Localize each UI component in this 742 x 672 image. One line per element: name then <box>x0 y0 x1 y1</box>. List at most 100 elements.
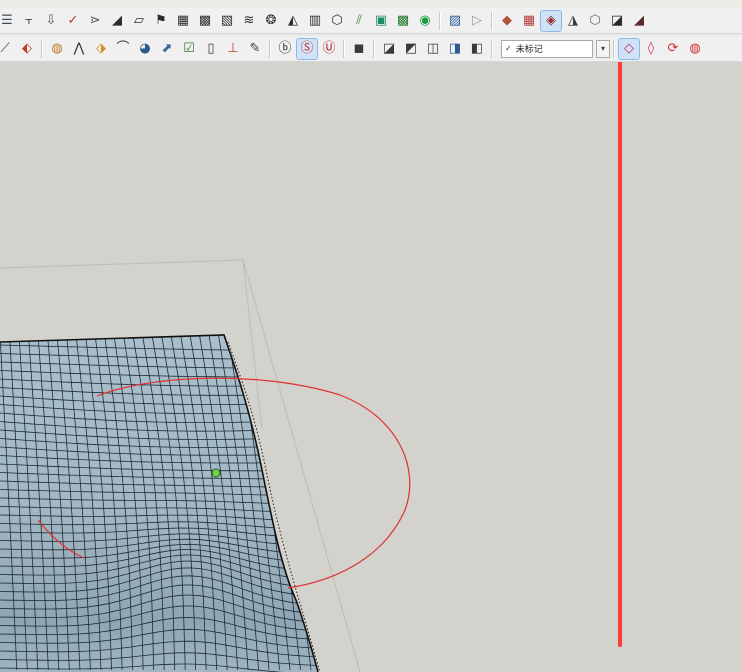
ruby-extra-icon: ◍ <box>689 41 701 56</box>
component-tool-button[interactable]: ◼ <box>349 39 369 59</box>
pin-tool-button[interactable]: ⊥ <box>223 39 243 59</box>
down-arrow-tool-icon: ⇩ <box>45 13 57 28</box>
sandbox-stamp-icon: ◮ <box>568 13 578 28</box>
component-c-button[interactable]: ◫ <box>423 39 443 59</box>
sandbox-add-icon: ⬡ <box>589 13 601 28</box>
toolbar-separator <box>613 39 615 58</box>
sandbox-flip-button[interactable]: ◪ <box>607 11 627 31</box>
tag-select[interactable]: ✓ 未标记 <box>501 39 593 58</box>
extrude-lines-button[interactable]: ☰ <box>0 11 17 31</box>
terrain-tool-icon: ◆ <box>502 13 512 28</box>
book-tool-button[interactable]: ◍ <box>47 39 67 59</box>
sandbox-add-button[interactable]: ⬡ <box>585 11 605 31</box>
grid-tool-button[interactable]: ▩ <box>195 11 215 31</box>
branch-tool-button[interactable]: ⋗ <box>85 11 105 31</box>
pin-tool-icon: ⊥ <box>227 41 239 56</box>
sandbox-detail-button[interactable]: ◢ <box>629 11 649 31</box>
drop-tool-icon: ⫟ <box>25 13 33 28</box>
mesh-column-line <box>312 335 318 671</box>
paint-tool-icon: ⬖ <box>22 41 32 56</box>
door-tool-icon: ▯ <box>207 41 215 56</box>
shell-tool-button[interactable]: ❂ <box>261 11 281 31</box>
comb-tool-button[interactable]: ◭ <box>283 11 303 31</box>
door-tool-button[interactable]: ▯ <box>201 39 221 59</box>
plugin-3b-icon: ⓑ <box>278 41 292 56</box>
component-c-icon: ◫ <box>426 41 440 56</box>
ruby-extra-button[interactable]: ◍ <box>685 39 705 59</box>
green-box-icon: ▩ <box>396 13 410 28</box>
check-box-tool-button[interactable]: ☑ <box>179 39 199 59</box>
stripes-tool-icon: ▧ <box>220 13 234 28</box>
component-d-button[interactable]: ◨ <box>445 39 465 59</box>
stripes-tool-button[interactable]: ▧ <box>217 11 237 31</box>
grid-tool-icon: ▩ <box>198 13 212 28</box>
pencil-tool-button[interactable]: ⟋ <box>0 39 15 59</box>
sandbox-stamp-button[interactable]: ◮ <box>563 11 583 31</box>
eraser-arrow-button[interactable]: ▷ <box>467 11 487 31</box>
plugin-s-button[interactable]: Ⓢ <box>296 37 318 60</box>
green-circle-icon: ◉ <box>419 13 431 28</box>
stairs-tool-button[interactable]: ⬗ <box>91 39 111 59</box>
title-strip <box>0 0 742 8</box>
wave-tool-button[interactable]: ≋ <box>239 11 259 31</box>
component-a-button[interactable]: ◪ <box>379 39 399 59</box>
annotation-arrow <box>618 62 622 647</box>
spline-tool-button[interactable]: ✓ <box>63 11 83 31</box>
wall-tool-button[interactable]: ▦ <box>173 11 193 31</box>
toolbar-separator <box>41 39 43 58</box>
plugin-su-app-button[interactable]: Ⓤ <box>319 39 339 59</box>
toolbar-separator <box>373 39 375 58</box>
tag-select-dropdown-button[interactable]: ▾ <box>596 39 610 58</box>
green-circle-button[interactable]: ◉ <box>415 11 435 31</box>
green-box-button[interactable]: ▩ <box>393 11 413 31</box>
teal-box-icon: ▣ <box>374 13 388 28</box>
image-tool-button[interactable]: ▨ <box>445 11 465 31</box>
brush-tool-icon: ✎ <box>249 41 261 56</box>
plugin-s-icon: Ⓢ <box>300 41 314 56</box>
teal-box-button[interactable]: ▣ <box>371 11 391 31</box>
ruby-refresh-button[interactable]: ⟳ <box>663 39 683 59</box>
cube-outline-button[interactable]: ⬡ <box>327 11 347 31</box>
paint-tool-button[interactable]: ⬖ <box>17 39 37 59</box>
plugin-3b-button[interactable]: ⓑ <box>275 39 295 59</box>
drop-tool-button[interactable]: ⫟ <box>19 11 39 31</box>
toolbar-bottom: ⟋ ⬖ ◍ ⋀ ⬗ ⌒ ◕ ⬈ ☑ ▯ ⊥ ✎ ⓑ Ⓢ Ⓤ ◼ ◪ ◩ ◫ ◨ ◧ ✓ 未标记 ▾ ◇ ◊ ⟳ ◍ <box>0 36 742 62</box>
ruby-gem-button[interactable]: ◇ <box>618 37 640 60</box>
shell-tool-icon: ❂ <box>265 13 277 28</box>
flag-tool-button[interactable]: ⚑ <box>151 11 171 31</box>
terrain-tool-button[interactable]: ◆ <box>497 11 517 31</box>
component-e-icon: ◧ <box>470 41 484 56</box>
lattice-tool-button[interactable]: ▥ <box>305 11 325 31</box>
toolbar-separator <box>491 11 493 30</box>
sweep-tool-button[interactable]: ⋀ <box>69 39 89 59</box>
inference-point <box>211 468 221 478</box>
roof-tool-icon: ◢ <box>112 13 122 28</box>
flag-tool-icon: ⚑ <box>155 13 167 28</box>
sandbox-drape-icon: ◈ <box>546 13 556 28</box>
down-arrow-tool-button[interactable]: ⇩ <box>41 11 61 31</box>
plugin-su-app-icon: Ⓤ <box>322 41 336 56</box>
brush-tool-button[interactable]: ✎ <box>245 39 265 59</box>
sphere-tool-icon: ◕ <box>139 41 151 56</box>
roof-tool-button[interactable]: ◢ <box>107 11 127 31</box>
panel-tool-icon: ▱ <box>134 13 144 28</box>
panel-tool-button[interactable]: ▱ <box>129 11 149 31</box>
grid-surface-button[interactable]: ▦ <box>519 11 539 31</box>
extrude-lines-icon: ☰ <box>1 13 13 28</box>
model-viewport[interactable] <box>0 62 742 672</box>
slice-tool-icon: ⫽ <box>356 13 362 28</box>
component-e-button[interactable]: ◧ <box>467 39 487 59</box>
sphere-tool-button[interactable]: ◕ <box>135 39 155 59</box>
component-b-button[interactable]: ◩ <box>401 39 421 59</box>
toolbar-separator <box>269 39 271 58</box>
ruby-gem-outline-button[interactable]: ◊ <box>641 39 661 59</box>
image-tool-icon: ▨ <box>448 13 462 28</box>
sandbox-drape-button[interactable]: ◈ <box>540 9 562 32</box>
sweep-tool-icon: ⋀ <box>73 41 85 56</box>
arrow-tool-button[interactable]: ⬈ <box>157 39 177 59</box>
ruby-gem-outline-icon: ◊ <box>647 41 655 56</box>
component-a-icon: ◪ <box>382 41 396 56</box>
toolbar-top: ☰ ⫟ ⇩ ✓ ⋗ ◢ ▱ ⚑ ▦ ▩ ▧ ≋ ❂ ◭ ▥ ⬡ ⫽ ▣ ▩ ◉ ▨ ▷ ◆ ▦ ◈ ◮ ⬡ ◪ ◢ <box>0 8 742 34</box>
arc-tool-button[interactable]: ⌒ <box>113 39 133 59</box>
slice-tool-button[interactable]: ⫽ <box>349 11 369 31</box>
